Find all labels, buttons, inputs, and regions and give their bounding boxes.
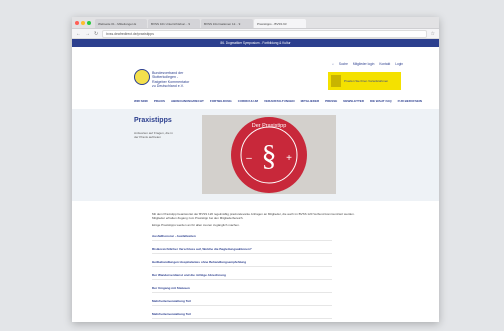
logo-icon[interactable]: [134, 69, 150, 85]
url-text: bvss.deafredirect.de/praxistipps: [106, 31, 154, 36]
back-arrow-icon[interactable]: ←: [76, 31, 81, 37]
tab-label: Webseite 01 - Mitteilungen E: [98, 21, 137, 26]
praxistipp-link[interactable]: Heilbehandlungen Hospitalantes ohne Beha…: [152, 260, 332, 267]
address-bar: ← → ↻ bvss.deafredirect.de/praxistipps ☆: [72, 29, 439, 39]
forward-arrow-icon[interactable]: →: [85, 31, 90, 37]
login-link[interactable]: Login: [395, 62, 403, 66]
nav-item[interactable]: CURRICULUM: [238, 99, 258, 103]
page-title: Praxistipps: [134, 117, 172, 124]
stamp-icon: § – + Der Praxistipp: [231, 116, 307, 193]
praxistipp-link[interactable]: Der Umgang mit Statusen: [152, 286, 332, 293]
promo-image: [331, 75, 341, 87]
browser-titlebar: Webseite 01 - Mitteilungen E BVSS 101 Un…: [72, 17, 439, 29]
search-icon[interactable]: ⌕: [332, 62, 334, 66]
promo-text: Pruefen Sie Ihren Vorteilsrahmen: [344, 79, 389, 83]
browser-tab-2[interactable]: BVSS 101 Unterrichtsbuc... 9: [148, 19, 200, 28]
browser-tab-4[interactable]: Praxistipps - BVSS 93: [254, 19, 306, 28]
tab-label: BVSS Informationen 12... 9: [204, 21, 241, 26]
svg-text:+: +: [286, 153, 292, 164]
tab-label: BVSS 101 Unterrichtsbuc... 9: [151, 21, 191, 26]
svg-text:§: §: [262, 139, 277, 172]
intro-paragraph-2: Einige Praxistipps werden an für allen z…: [152, 223, 240, 228]
bookmark-icon[interactable]: ☆: [431, 31, 435, 37]
nav-item[interactable]: WIR SIND: [134, 99, 148, 103]
nav-item[interactable]: FUR BERUFSEIN: [398, 99, 422, 103]
reload-icon[interactable]: ↻: [94, 31, 98, 37]
main-navigation: WIR SIND PRAXIS ABRECHNUNG/RECHT FORTBIL…: [134, 99, 422, 103]
member-login-link[interactable]: Mitglieder login: [353, 62, 374, 66]
main-content: Mit dem Praxistipp beantwortet der BVSS …: [72, 201, 362, 319]
browser-tab-3[interactable]: BVSS Informationen 12... 9: [201, 19, 253, 28]
header-utility-links: ⌕ Suche Mitglieder login Kontakt Login: [332, 62, 403, 66]
tab-label: Praxistipps - BVSS 93: [257, 21, 287, 26]
stamp-label: Der Praxistipp: [252, 123, 287, 129]
svg-text:–: –: [246, 153, 252, 164]
logo-text[interactable]: Bundesverband der Stotterkollegen - Ratg…: [152, 71, 192, 89]
top-banner-text: 86. Dogmatiker Symposium - Fortbildung &…: [220, 41, 291, 45]
search-link[interactable]: Suche: [339, 62, 348, 66]
intro-paragraph: Mit dem Praxistipp beantwortet der BVSS …: [152, 212, 355, 221]
browser-tab-1[interactable]: Webseite 01 - Mitteilungen E: [95, 19, 147, 28]
hero-section: Praxistipps Antworten auf Fragen, die in…: [72, 109, 439, 201]
nav-item[interactable]: PRAXIS: [154, 99, 165, 103]
praxistipp-stamp-image: § – + Der Praxistipp: [202, 115, 336, 194]
praxistipp-link[interactable]: Ausfallhonorar - Ausfallzeiten: [152, 234, 332, 241]
close-window-icon[interactable]: [75, 20, 79, 25]
praxistipp-link[interactable]: Mehrheitenverwaltung Teil: [152, 312, 332, 319]
site-header: Bundesverband der Stotterkollegen - Ratg…: [72, 47, 439, 109]
hero-description: Antworten auf Fragen, die in der Praxis …: [134, 131, 173, 140]
praxistipp-link[interactable]: Der Wanderverdienst und die richtige Abr…: [152, 273, 332, 280]
praxistipp-link[interactable]: Risikoreichtlicher Verschluss auf, Welch…: [152, 247, 332, 254]
top-banner[interactable]: 86. Dogmatiker Symposium - Fortbildung &…: [72, 39, 439, 47]
praxistipp-link[interactable]: Mehrheitenverwaltung Teil: [152, 299, 332, 306]
nav-item[interactable]: PRESSE: [325, 99, 337, 103]
nav-item[interactable]: NEWSLETTER: [343, 99, 364, 103]
nav-item[interactable]: MITGLIEDER: [301, 99, 320, 103]
nav-item[interactable]: VERANSTALTUNGEN: [264, 99, 295, 103]
contact-link[interactable]: Kontakt: [379, 62, 390, 66]
nav-item[interactable]: DIE WAHT FAQ: [370, 99, 392, 103]
promo-banner[interactable]: Pruefen Sie Ihren Vorteilsrahmen: [328, 72, 401, 90]
window-controls: [75, 20, 91, 25]
minimize-window-icon[interactable]: [81, 20, 85, 25]
nav-item[interactable]: ABRECHNUNG/RECHT: [171, 99, 204, 103]
nav-item[interactable]: FORTBILDUNG: [210, 99, 232, 103]
maximize-window-icon[interactable]: [87, 20, 91, 25]
browser-window: Webseite 01 - Mitteilungen E BVSS 101 Un…: [72, 17, 439, 322]
url-field[interactable]: bvss.deafredirect.de/praxistipps: [102, 29, 427, 38]
